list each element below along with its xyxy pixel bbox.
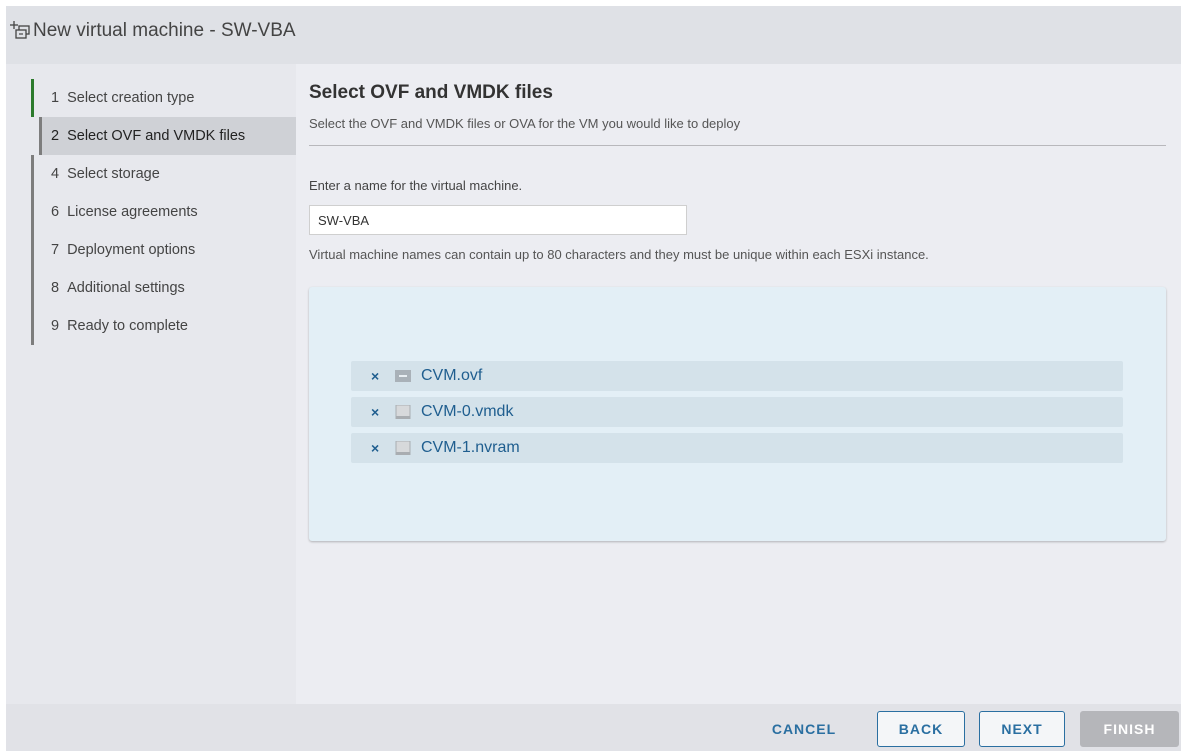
step-number: 6 xyxy=(51,204,60,220)
file-row: × CVM.ovf xyxy=(351,361,1123,391)
cancel-button[interactable]: CANCEL xyxy=(758,711,850,747)
file-name: CVM.ovf xyxy=(421,367,483,384)
wizard-main-panel: Select OVF and VMDK files Select the OVF… xyxy=(296,64,1181,704)
file-name: CVM-1.nvram xyxy=(421,439,520,456)
step-label: License agreements xyxy=(67,204,198,220)
step-number: 7 xyxy=(51,242,60,258)
new-vm-wizard: New virtual machine - SW-VBA 1 Select cre… xyxy=(6,6,1181,751)
disk-file-icon xyxy=(395,441,411,455)
vm-file-icon xyxy=(395,370,411,382)
step-number: 8 xyxy=(51,280,60,296)
header-divider xyxy=(309,145,1166,146)
step-item[interactable]: 8 Additional settings xyxy=(31,269,296,307)
step-item[interactable]: 1 Select creation type xyxy=(31,79,296,117)
wizard-steps-sidebar: 1 Select creation type 2 Select OVF and VMD… xyxy=(6,64,296,704)
back-button[interactable]: BACK xyxy=(877,711,965,747)
remove-file-icon[interactable]: × xyxy=(371,397,379,427)
vm-name-label: Enter a name for the virtual machine. xyxy=(309,178,523,193)
disk-file-icon xyxy=(395,405,411,419)
remove-file-icon[interactable]: × xyxy=(371,433,379,463)
step-number: 4 xyxy=(51,166,60,182)
new-vm-icon xyxy=(10,21,30,39)
step-label: Select creation type xyxy=(67,90,195,106)
step-label: Select OVF and VMDK files xyxy=(67,128,246,144)
step-item[interactable]: 2 Select OVF and VMDK files xyxy=(39,117,296,155)
step-item[interactable]: 7 Deployment options xyxy=(31,231,296,269)
page-title: Select OVF and VMDK files xyxy=(309,82,553,103)
remove-file-icon[interactable]: × xyxy=(371,361,379,391)
selected-files-list: × CVM.ovf × CVM-0.vmdk × CVM-1.nvram xyxy=(351,361,1123,469)
step-item[interactable]: 4 Select storage xyxy=(31,155,296,193)
step-number: 2 xyxy=(51,128,60,144)
step-label: Deployment options xyxy=(67,242,196,258)
vm-name-hint: Virtual machine names can contain up to … xyxy=(309,247,929,262)
file-drop-zone[interactable]: × CVM.ovf × CVM-0.vmdk × CVM-1.nvram xyxy=(309,287,1166,541)
file-row: × CVM-0.vmdk xyxy=(351,397,1123,427)
file-row: × CVM-1.nvram xyxy=(351,433,1123,463)
step-label: Select storage xyxy=(67,166,160,182)
wizard-titlebar: New virtual machine - SW-VBA xyxy=(6,6,1181,64)
step-label: Ready to complete xyxy=(67,318,188,334)
step-item[interactable]: 6 License agreements xyxy=(31,193,296,231)
next-button[interactable]: NEXT xyxy=(979,711,1065,747)
finish-button[interactable]: FINISH xyxy=(1080,711,1179,747)
vm-name-input[interactable] xyxy=(309,205,687,235)
step-list: 1 Select creation type 2 Select OVF and VMD… xyxy=(31,79,296,345)
wizard-footer: CANCEL BACK NEXT FINISH xyxy=(6,704,1181,751)
step-item[interactable]: 9 Ready to complete xyxy=(31,307,296,345)
step-label: Additional settings xyxy=(67,280,185,296)
page-subtitle: Select the OVF and VMDK files or OVA for… xyxy=(309,116,741,131)
file-name: CVM-0.vmdk xyxy=(421,403,514,420)
wizard-title: New virtual machine - SW-VBA xyxy=(33,20,296,41)
step-number: 1 xyxy=(51,90,60,106)
step-number: 9 xyxy=(51,318,60,334)
